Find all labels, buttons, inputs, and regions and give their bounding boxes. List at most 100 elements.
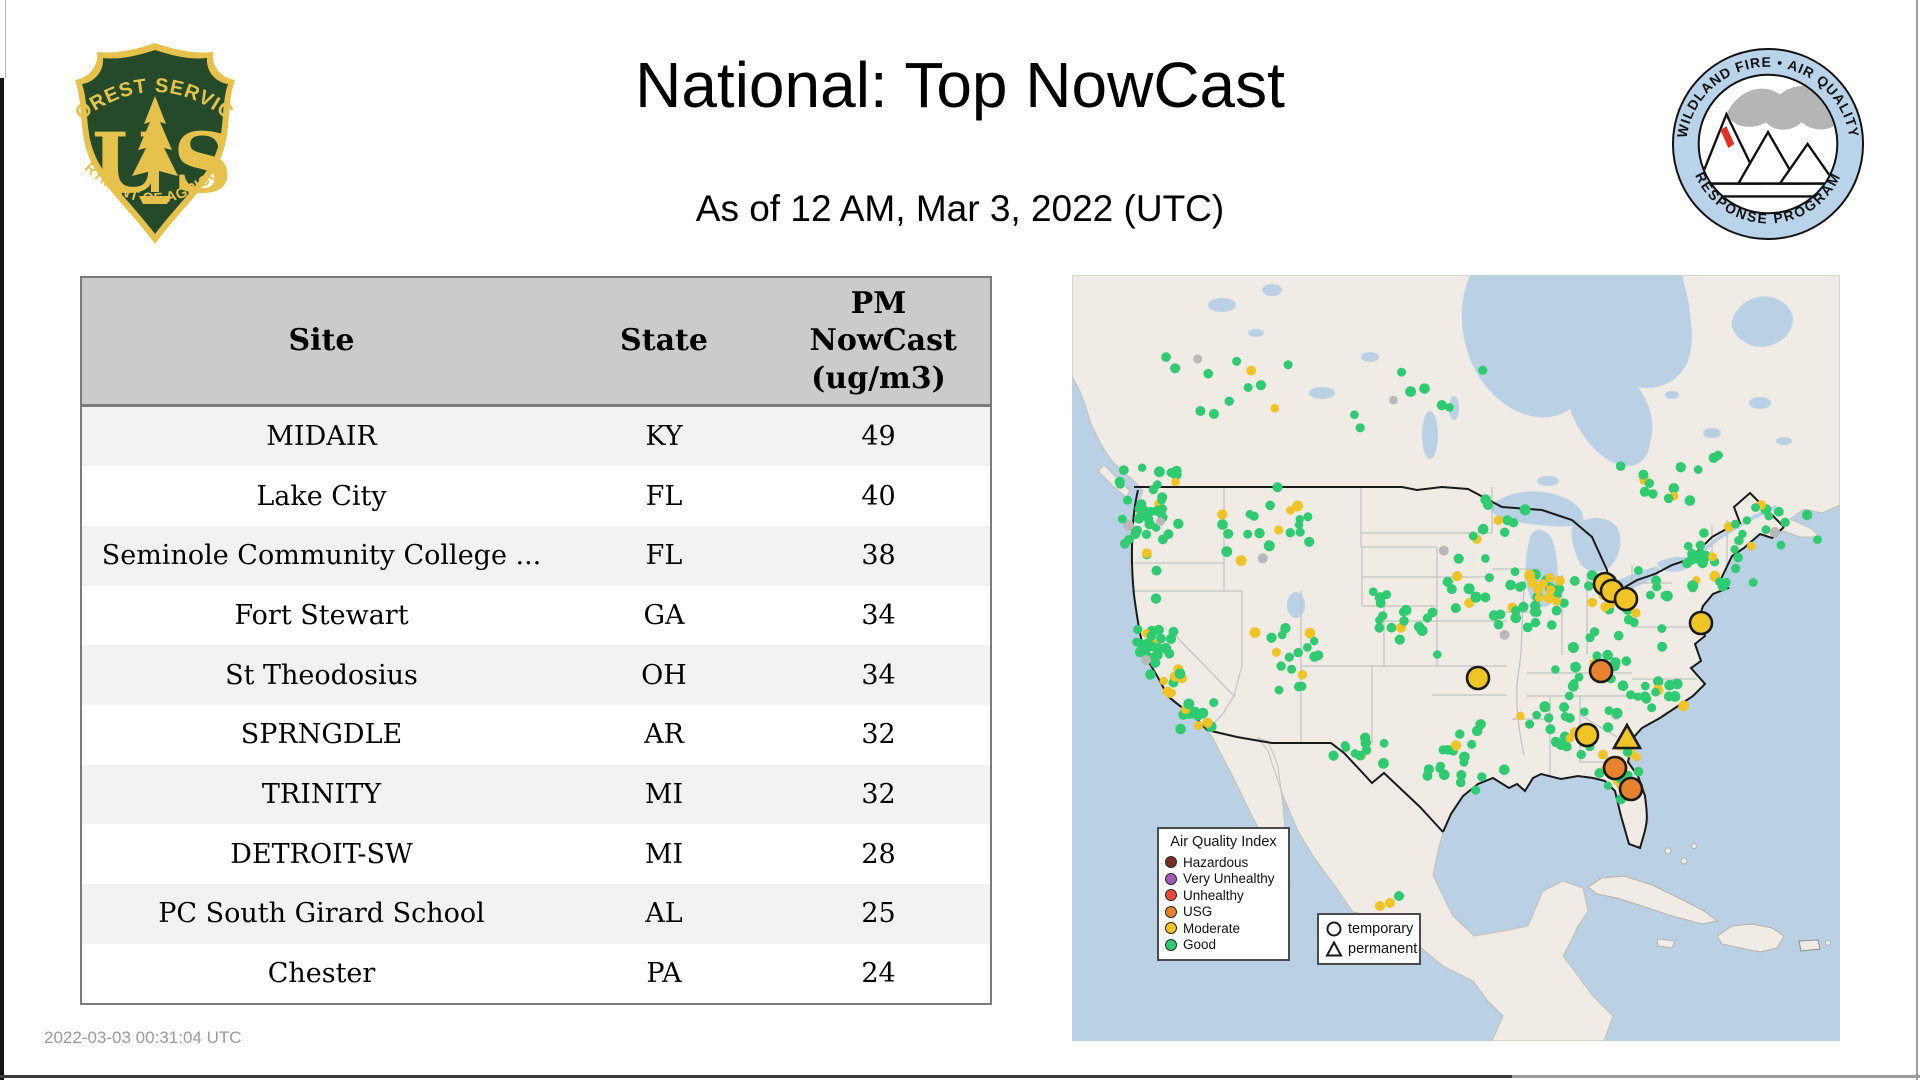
monitor-dot	[1505, 579, 1516, 591]
monitor-dot	[1427, 607, 1438, 618]
monitor-dot	[1175, 723, 1186, 735]
table-row: Chester PA 24	[81, 943, 991, 1005]
monitor-dot	[1453, 553, 1464, 564]
monitor-dot	[1249, 511, 1259, 521]
monitor-dot	[1274, 685, 1284, 695]
monitor-dot	[1639, 691, 1651, 702]
aqi-legend-title: Air Quality Index	[1170, 834, 1277, 850]
monitor-dot	[1255, 380, 1266, 391]
monitor-dot	[1304, 536, 1315, 547]
legend-swatch	[1165, 889, 1177, 902]
monitor-dot	[1493, 515, 1503, 525]
monitor-dot	[1445, 403, 1454, 412]
monitor-dot	[1274, 525, 1284, 535]
monitor-dot	[1272, 482, 1283, 493]
monitor-dot	[1502, 515, 1513, 526]
monitor-dot	[1309, 651, 1320, 662]
monitor-dot	[1284, 652, 1294, 662]
legend-swatch	[1165, 905, 1177, 918]
monitor-dot	[1669, 691, 1681, 702]
monitor-dot	[1270, 403, 1280, 413]
wfaqrp-circle-icon: WILDLAND FIRE • AIR QUALITY RESPONSE PRO…	[1671, 47, 1865, 241]
monitor-dot	[1455, 777, 1466, 788]
monitor-dot	[1707, 552, 1717, 562]
monitor-dot	[1435, 763, 1445, 773]
state-cell: AL	[645, 898, 683, 930]
col-header-pm: PM NowCast (ug/m3)	[767, 277, 991, 407]
legend-item-permanent: permanent	[1325, 939, 1417, 959]
monitor-dot	[1693, 465, 1703, 474]
monitor-dot	[1738, 529, 1747, 539]
monitor-dot	[1361, 745, 1372, 755]
monitor-dot	[1455, 729, 1465, 739]
monitor-dot	[1243, 383, 1253, 392]
monitor-dot	[1378, 758, 1389, 769]
monitor-dot	[1209, 698, 1219, 708]
value-cell: 32	[861, 778, 896, 810]
monitor-dot	[1730, 545, 1739, 554]
monitor-dot	[1283, 360, 1293, 370]
legend-swatch	[1165, 872, 1177, 885]
monitor-dot	[1547, 620, 1557, 630]
monitor-dot	[1375, 616, 1384, 625]
monitor-dot	[1515, 582, 1525, 592]
site-cell: MIDAIR	[266, 420, 377, 452]
monitor-dot	[1287, 664, 1297, 674]
monitor-dot	[1477, 523, 1489, 535]
monitor-dot	[1162, 686, 1173, 697]
monitor-dot	[1130, 529, 1141, 540]
page-subtitle: As of 12 AM, Mar 3, 2022 (UTC)	[695, 188, 1225, 229]
monitor-dot	[1686, 553, 1698, 565]
monitor-dot	[1379, 738, 1389, 748]
monitor-dot	[1510, 612, 1522, 624]
monitor-dot	[1150, 657, 1161, 668]
state-cell: OH	[641, 659, 687, 691]
monitor-dot	[1481, 554, 1490, 563]
window-edge-bottom	[0, 1075, 1512, 1078]
monitor-dot	[1477, 772, 1487, 782]
value-cell: 28	[861, 838, 896, 870]
monitor-dot	[1603, 781, 1613, 790]
state-cell: AR	[644, 719, 684, 751]
monitor-dot	[1584, 581, 1594, 591]
monitor-dot	[1626, 690, 1636, 700]
monitor-dot	[1499, 764, 1510, 775]
monitor-dot	[1551, 665, 1560, 674]
monitor-dot	[1150, 593, 1162, 604]
monitor-dot	[1158, 534, 1168, 545]
monitor-dot	[1171, 477, 1180, 487]
legend-item-temporary: temporary	[1325, 919, 1413, 939]
table-row: DETROIT-SW MI 28	[81, 824, 991, 884]
monitor-dot	[1633, 766, 1644, 777]
monitor-dot	[1589, 627, 1600, 637]
legend-swatch	[1165, 938, 1177, 951]
monitor-dot	[1484, 573, 1494, 583]
monitor-dot	[1153, 642, 1164, 653]
state-cell: PA	[646, 958, 682, 990]
monitor-dot	[1118, 514, 1127, 524]
monitor-dot	[1134, 503, 1146, 514]
table-header-row: Site State PM NowCast (ug/m3)	[81, 277, 991, 407]
value-cell: 25	[861, 898, 896, 930]
monitor-dot	[1545, 724, 1556, 735]
monitor-dot	[1633, 566, 1643, 575]
monitor-dot	[1154, 466, 1165, 478]
value-cell: 38	[861, 540, 896, 572]
monitor-dot	[1463, 583, 1475, 595]
monitor-dot	[1224, 396, 1234, 406]
monitor-dot	[1195, 406, 1206, 416]
monitor-dot	[1419, 383, 1430, 394]
monitor-dot	[1717, 581, 1729, 592]
site-cell: Fort Stewart	[234, 599, 409, 631]
site-cell: St Theodosius	[225, 659, 418, 691]
top-site-marker-temporary	[1613, 586, 1639, 612]
monitor-dot	[1621, 656, 1632, 666]
monitor-dot	[1640, 681, 1650, 691]
monitor-dot	[1141, 529, 1152, 539]
monitor-dot	[1254, 528, 1265, 539]
monitor-dot	[1471, 785, 1481, 795]
table-row: Seminole Community College ... FL 38	[81, 525, 991, 586]
top-site-marker-temporary	[1465, 665, 1491, 691]
table-row: MIDAIR KY 49	[81, 405, 991, 467]
monitor-dot	[1257, 553, 1268, 564]
